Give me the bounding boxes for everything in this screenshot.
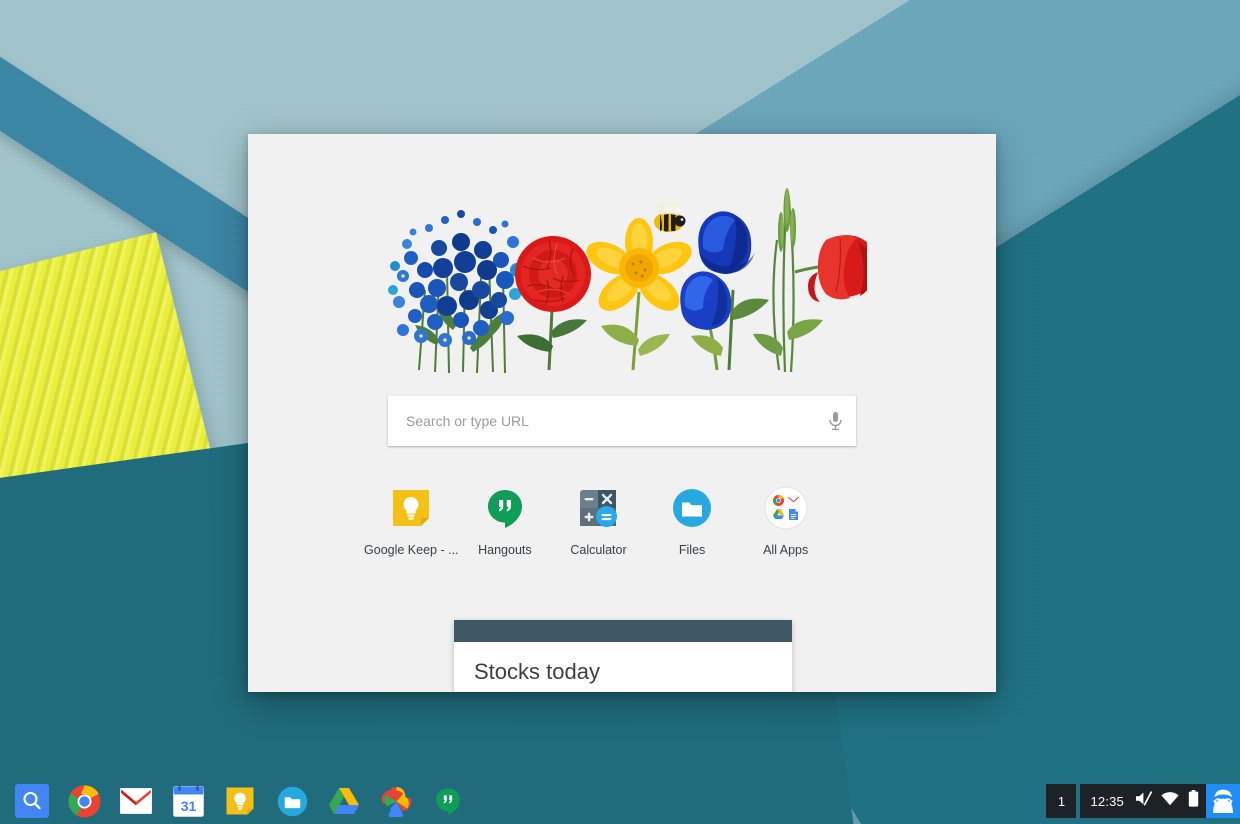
wifi-icon[interactable] — [1161, 791, 1179, 811]
gmail-icon — [120, 788, 152, 814]
app-label: All Apps — [763, 543, 809, 557]
search-box[interactable] — [388, 396, 856, 446]
shelf-item-chrome[interactable] — [58, 778, 110, 824]
google-keep-icon — [387, 484, 435, 532]
google-photos-icon — [381, 786, 411, 817]
battery-glyph — [1188, 790, 1199, 807]
app-item-all-apps[interactable]: All Apps — [715, 484, 856, 557]
status-area[interactable]: 12:35 — [1080, 784, 1206, 818]
files-icon — [668, 484, 716, 532]
shelf-item-gmail[interactable] — [110, 778, 162, 824]
files-icon — [277, 786, 307, 816]
red-tulip — [794, 235, 867, 302]
blue-tulips — [680, 211, 769, 371]
microphone-glyph — [828, 412, 842, 431]
app-label: Hangouts — [478, 543, 532, 557]
calendar-icon: 31 — [172, 785, 204, 817]
user-avatar-icon — [1213, 789, 1233, 813]
bee — [654, 201, 686, 232]
volume-muted-icon[interactable] — [1135, 791, 1153, 811]
wifi-glyph — [1161, 791, 1179, 805]
system-tray: 1 12:35 — [1046, 778, 1240, 824]
stocks-card-title: Stocks today — [474, 659, 600, 684]
desk-number: 1 — [1057, 793, 1066, 809]
search-input[interactable] — [388, 396, 814, 446]
app-label: Calculator — [570, 543, 627, 557]
all-apps-icon — [762, 484, 810, 532]
shelf-item-calendar[interactable]: 31 — [162, 778, 214, 824]
hangouts-icon — [481, 484, 529, 532]
shelf: 31 1 12:35 — [0, 778, 1240, 824]
hangouts-icon — [436, 788, 460, 815]
calculator-icon — [574, 484, 622, 532]
shelf-item-drive[interactable] — [318, 778, 370, 824]
user-avatar[interactable] — [1206, 784, 1240, 818]
red-carnation — [515, 236, 591, 371]
stocks-card-header — [454, 620, 792, 642]
chrome-icon — [68, 785, 100, 817]
clock: 12:35 — [1090, 793, 1124, 809]
google-keep-icon — [226, 787, 254, 815]
shelf-app-list: 31 — [6, 778, 474, 824]
app-label: Files — [678, 543, 706, 557]
shelf-item-files[interactable] — [266, 778, 318, 824]
delphinium-cluster — [388, 210, 524, 374]
battery-full-icon[interactable] — [1188, 790, 1199, 812]
shelf-item-photos[interactable] — [370, 778, 422, 824]
yellow-daffodil — [586, 201, 692, 371]
flowers-doodle-art — [388, 188, 867, 374]
desktop: Google Keep - ... Hangouts — [0, 0, 1240, 824]
app-shortcut-row: Google Keep - ... Hangouts Calculator Fi… — [364, 484, 856, 557]
volume-muted-glyph — [1136, 791, 1153, 806]
microphone-icon[interactable] — [814, 396, 856, 446]
stocks-card-body: Stocks today — [454, 642, 792, 692]
google-drive-icon — [329, 787, 359, 814]
shelf-item-launcher-button[interactable] — [6, 778, 58, 824]
flowers-doodle — [248, 170, 996, 380]
calendar-day-number: 31 — [180, 798, 196, 814]
shelf-item-keep[interactable] — [214, 778, 266, 824]
search-icon — [15, 784, 49, 818]
shelf-item-hangouts[interactable] — [422, 778, 474, 824]
stocks-card[interactable]: Stocks today — [454, 620, 792, 692]
virtual-desk-indicator[interactable]: 1 — [1046, 784, 1077, 818]
app-launcher-panel: Google Keep - ... Hangouts — [248, 134, 996, 692]
